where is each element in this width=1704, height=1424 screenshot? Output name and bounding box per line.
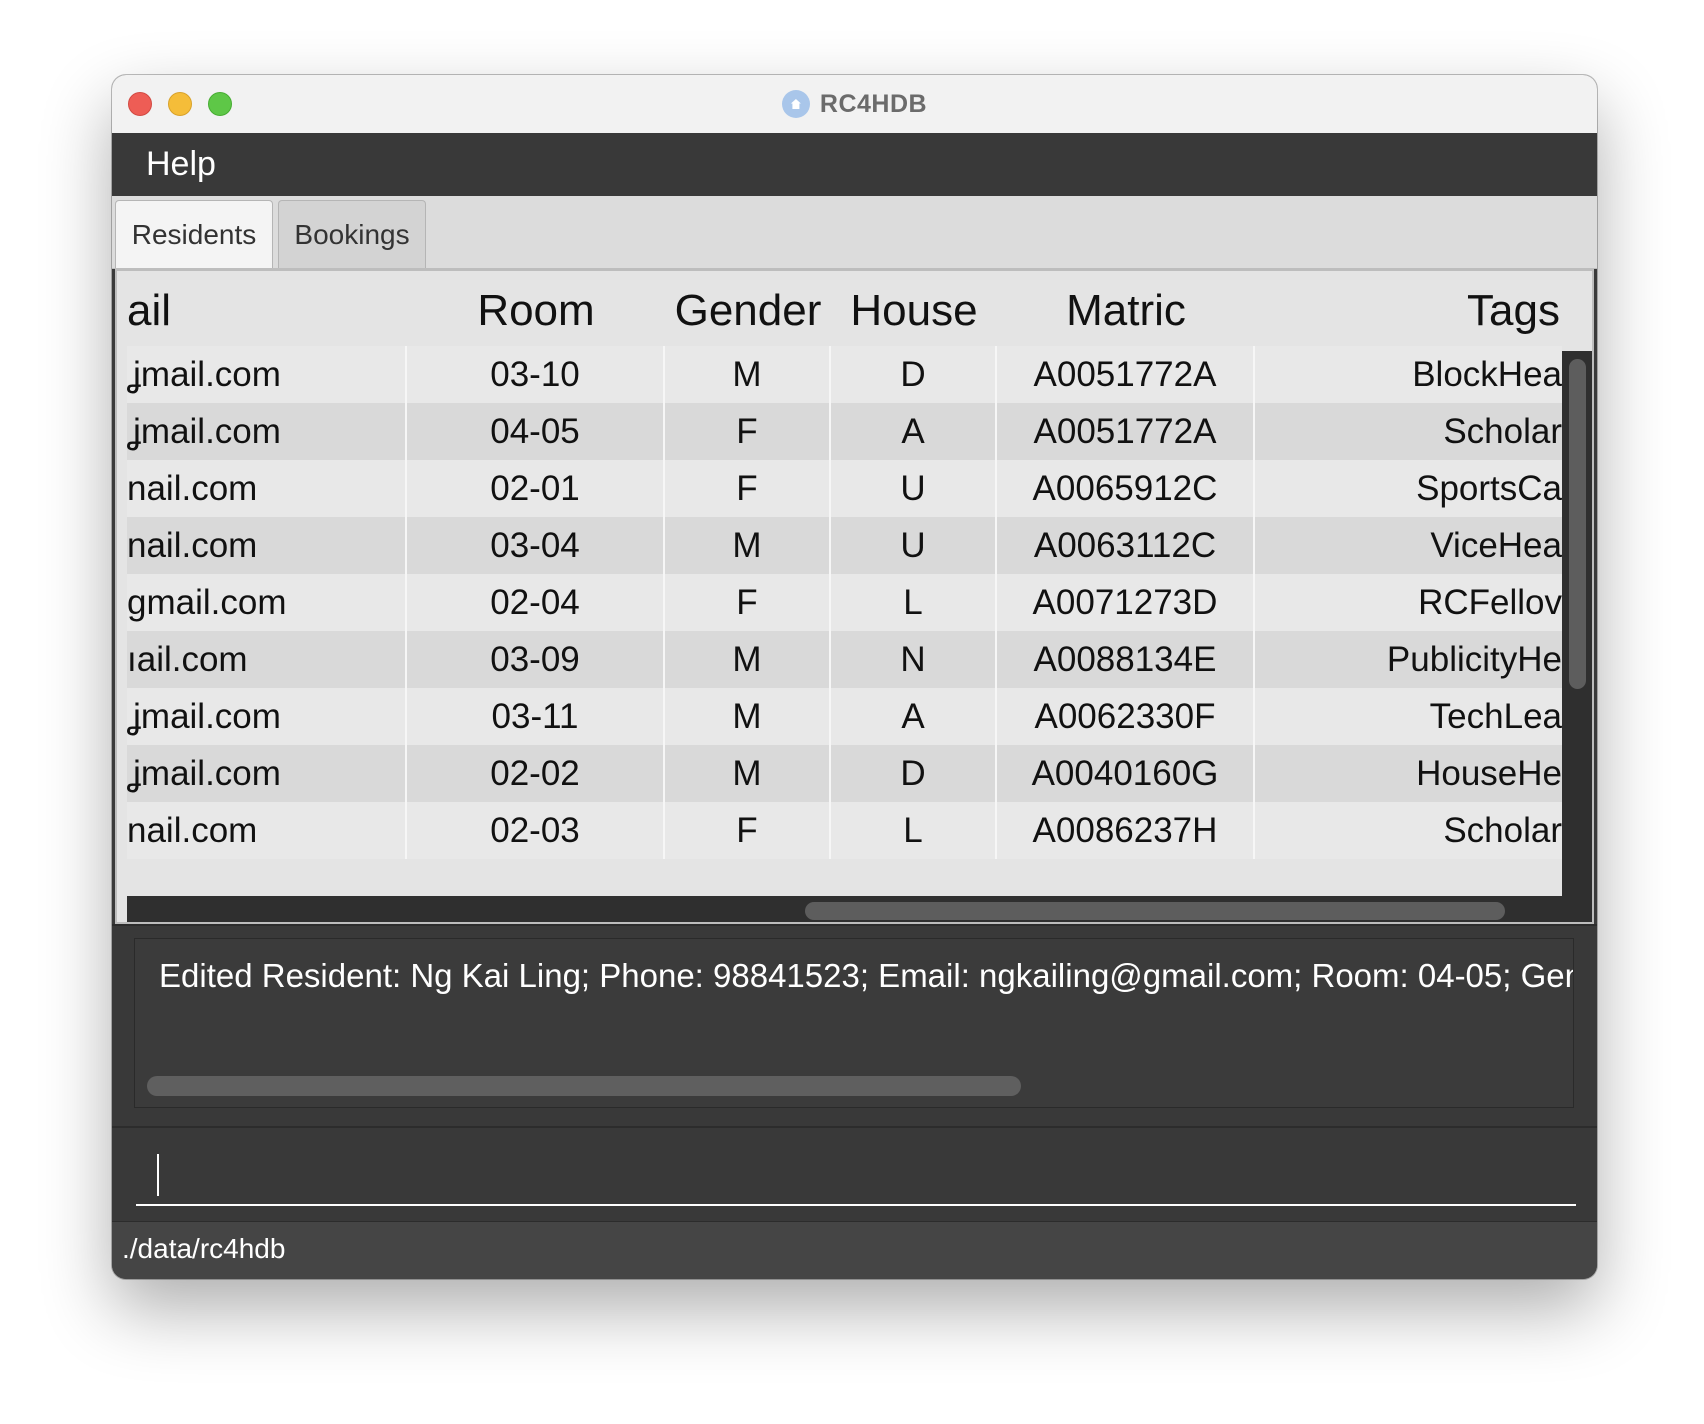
menu-help[interactable]: Help	[146, 145, 216, 184]
cell-gender: F	[665, 460, 831, 517]
cell-gender: M	[665, 346, 831, 403]
cell-matric: A0065912C	[997, 460, 1255, 517]
result-message: Edited Resident: Ng Kai Ling; Phone: 988…	[159, 957, 1574, 994]
cell-tags: RCFellov	[1418, 582, 1562, 622]
table-row[interactable]: ıail.com 03-09 M N A0088134E PublicityHe	[127, 631, 1562, 688]
cell-matric: A0051772A	[997, 346, 1255, 403]
table-row[interactable]: nail.com 02-03 F L A0086237H Scholar	[127, 802, 1562, 859]
cell-gender: F	[665, 802, 831, 859]
column-header-matric[interactable]: Matric	[997, 271, 1255, 351]
table-vertical-scrollbar[interactable]	[1562, 351, 1592, 896]
cell-house: A	[831, 403, 997, 460]
column-header-gender[interactable]: Gender	[665, 271, 831, 351]
cell-gender: F	[665, 403, 831, 460]
cell-matric: A0040160G	[997, 745, 1255, 802]
table-row[interactable]: ʝmail.com 02-02 M D A0040160G HouseHe	[127, 745, 1562, 802]
table-vertical-scroll-thumb[interactable]	[1569, 359, 1586, 689]
cell-room: 03-11	[407, 688, 665, 745]
cell-email: nail.com	[127, 460, 407, 517]
house-icon	[781, 90, 810, 118]
cell-house: D	[831, 745, 997, 802]
cell-email: ʝmail.com	[127, 745, 407, 802]
cell-room: 02-02	[407, 745, 665, 802]
cell-gender: M	[665, 517, 831, 574]
data-file-path: ./data/rc4hdb	[122, 1233, 286, 1264]
column-header-tags[interactable]: Tags	[1255, 271, 1560, 351]
command-panel	[112, 1126, 1597, 1223]
result-horizontal-scroll-thumb[interactable]	[147, 1076, 1021, 1096]
tab-residents[interactable]: Residents	[115, 200, 273, 268]
cell-tags: BlockHea	[1412, 354, 1562, 394]
title-group: RC4HDB	[112, 75, 1597, 133]
cell-room: 02-03	[407, 802, 665, 859]
table-row[interactable]: ʝmail.com 04-05 F A A0051772A Scholar	[127, 403, 1562, 460]
table-horizontal-scrollbar[interactable]	[127, 896, 1592, 922]
column-header-house[interactable]: House	[831, 271, 997, 351]
table-row[interactable]: gmail.com 02-04 F L A0071273D RCFellov	[127, 574, 1562, 631]
cell-room: 04-05	[407, 403, 665, 460]
table-row[interactable]: nail.com 02-01 F U A0065912C SportsCa	[127, 460, 1562, 517]
cell-house: D	[831, 346, 997, 403]
cell-tags: Scholar	[1443, 411, 1562, 451]
cell-house: U	[831, 517, 997, 574]
cell-house: U	[831, 460, 997, 517]
table-viewport: ail Room Gender House Matric Tags ʝmail.…	[127, 271, 1562, 896]
cell-matric: A0088134E	[997, 631, 1255, 688]
cell-gender: M	[665, 631, 831, 688]
cell-room: 02-04	[407, 574, 665, 631]
residents-table[interactable]: ail Room Gender House Matric Tags ʝmail.…	[115, 269, 1594, 924]
cell-matric: A0062330F	[997, 688, 1255, 745]
menu-bar: Help	[112, 133, 1597, 196]
cell-matric: A0071273D	[997, 574, 1255, 631]
cell-tags: Scholar	[1443, 810, 1562, 850]
app-window: RC4HDB Help Residents Bookings ail Room …	[112, 75, 1597, 1279]
tab-bar: Residents Bookings	[112, 196, 1597, 269]
cell-gender: F	[665, 574, 831, 631]
cell-house: N	[831, 631, 997, 688]
cell-tags: SportsCa	[1416, 468, 1562, 508]
command-input[interactable]	[136, 1142, 1576, 1206]
status-bar: ./data/rc4hdb	[112, 1221, 1597, 1279]
window-title: RC4HDB	[819, 89, 928, 118]
cell-email: ʝmail.com	[127, 346, 407, 403]
text-caret	[157, 1154, 159, 1196]
cell-tags: TechLea	[1429, 696, 1562, 736]
table-row[interactable]: nail.com 03-04 M U A0063112C ViceHea	[127, 517, 1562, 574]
table-row[interactable]: ʝmail.com 03-11 M A A0062330F TechLea	[127, 688, 1562, 745]
cell-room: 03-10	[407, 346, 665, 403]
cell-room: 02-01	[407, 460, 665, 517]
cell-house: L	[831, 802, 997, 859]
title-bar: RC4HDB	[112, 75, 1597, 134]
cell-email: ʝmail.com	[127, 688, 407, 745]
column-header-room[interactable]: Room	[407, 271, 665, 351]
cell-matric: A0086237H	[997, 802, 1255, 859]
cell-matric: A0063112C	[997, 517, 1255, 574]
cell-gender: M	[665, 688, 831, 745]
cell-house: L	[831, 574, 997, 631]
cell-house: A	[831, 688, 997, 745]
cell-email: nail.com	[127, 802, 407, 859]
cell-room: 03-09	[407, 631, 665, 688]
cell-email: ıail.com	[127, 631, 407, 688]
cell-tags: ViceHea	[1430, 525, 1562, 565]
cell-tags: PublicityHe	[1386, 639, 1562, 679]
cell-email: gmail.com	[127, 574, 407, 631]
cell-room: 03-04	[407, 517, 665, 574]
cell-email: nail.com	[127, 517, 407, 574]
table-row[interactable]: ʝmail.com 03-10 M D A0051772A BlockHea	[127, 346, 1562, 403]
cell-email: ʝmail.com	[127, 403, 407, 460]
result-display[interactable]: Edited Resident: Ng Kai Ling; Phone: 988…	[134, 938, 1574, 1108]
table-horizontal-scroll-thumb[interactable]	[805, 902, 1505, 920]
tab-bookings[interactable]: Bookings	[278, 200, 426, 268]
column-header-email[interactable]: ail	[127, 271, 407, 351]
cell-matric: A0051772A	[997, 403, 1255, 460]
cell-tags: HouseHe	[1416, 753, 1562, 793]
result-panel: Edited Resident: Ng Kai Ling; Phone: 988…	[112, 924, 1597, 1128]
cell-gender: M	[665, 745, 831, 802]
